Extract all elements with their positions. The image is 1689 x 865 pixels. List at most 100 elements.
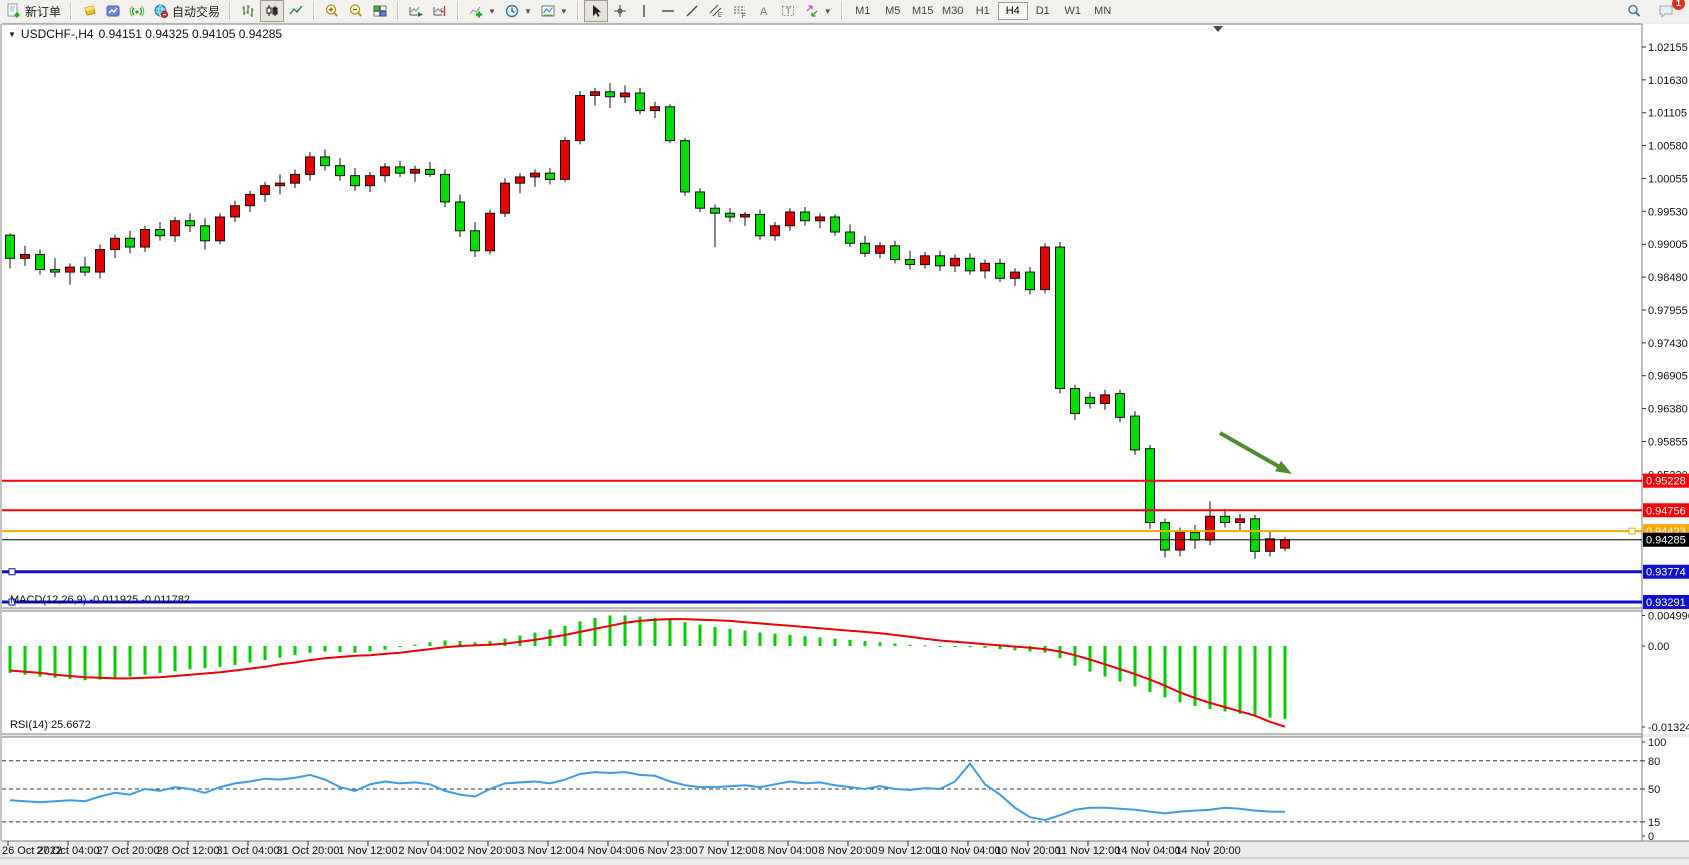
candle (141, 230, 150, 248)
trendline-tool-button[interactable] (680, 0, 704, 22)
candle (1116, 394, 1125, 418)
chevron-down-icon: ▼ (488, 7, 496, 16)
signal-icon (129, 3, 145, 19)
support-line-blue-1-price-text: 0.93774 (1646, 567, 1686, 579)
tab-timeframe-h4[interactable]: H4 (998, 2, 1028, 20)
line-chart-mode-button[interactable] (284, 0, 308, 22)
time-tick-label: 27 Oct 20:00 (97, 845, 160, 857)
svg-text:F: F (742, 14, 746, 19)
market-watch-button[interactable] (77, 0, 101, 22)
signals-button[interactable] (125, 0, 149, 22)
chart-plot[interactable]: 1.021551.016301.011051.005801.000550.995… (0, 22, 1689, 865)
main-pane (2, 24, 1642, 608)
time-tick-label: 2 Nov 04:00 (398, 845, 457, 857)
search-button[interactable] (1622, 0, 1646, 22)
candle (531, 173, 540, 177)
rsi-axis-label: 0 (1648, 831, 1654, 843)
auto-trading-button[interactable]: 自动交易 (149, 0, 224, 22)
arrows-tool-button[interactable]: ▼ (800, 0, 836, 22)
clock-icon (504, 3, 520, 19)
time-tick-label: 10 Nov 20:00 (995, 845, 1060, 857)
support-line-blue-1-handle[interactable] (9, 569, 15, 575)
candle (726, 213, 735, 217)
ohlc-values-label: 0.94151 0.94325 0.94105 0.94285 (99, 27, 283, 41)
search-icon (1626, 3, 1642, 19)
candle (1041, 247, 1050, 290)
templates-button[interactable]: ▼ (536, 0, 572, 22)
text-tool-button[interactable]: A (752, 0, 776, 22)
collapse-triangle-icon[interactable]: ▼ (8, 30, 16, 39)
zoom-in-button[interactable] (320, 0, 344, 22)
candle (306, 157, 315, 175)
tab-timeframe-m5[interactable]: M5 (878, 2, 908, 20)
chevron-down-icon: ▼ (560, 7, 568, 16)
candle (411, 169, 420, 173)
text-label-tool-button[interactable]: T (776, 0, 800, 22)
horizontal-line-tool-button[interactable] (656, 0, 680, 22)
candle (1206, 516, 1215, 540)
line-chart-icon (288, 3, 304, 19)
candle (51, 270, 60, 273)
svg-text:T: T (785, 6, 791, 16)
time-tick-label: 3 Nov 12:00 (518, 845, 577, 857)
publish-chart-icon (105, 3, 121, 19)
new-order-button[interactable]: 新订单 (2, 0, 65, 22)
candle (996, 263, 1005, 278)
notifications-button[interactable]: 1 (1654, 0, 1679, 22)
support-line-blue-2-price-text: 0.93291 (1646, 597, 1686, 609)
tab-timeframe-d1[interactable]: D1 (1028, 2, 1058, 20)
fibonacci-icon: F (732, 3, 748, 19)
macd-axis-label: 0.004996 (1648, 610, 1689, 622)
indicators-button[interactable]: ▼ (464, 0, 500, 22)
time-tick-label: 6 Nov 23:00 (638, 845, 697, 857)
candle (681, 141, 690, 192)
candle (651, 107, 660, 111)
zoom-out-icon (348, 3, 364, 19)
fibonacci-tool-button[interactable]: F (728, 0, 752, 22)
time-tick-label: 14 Nov 20:00 (1175, 845, 1240, 857)
time-tick-label: 8 Nov 04:00 (758, 845, 817, 857)
publish-chart-button[interactable] (101, 0, 125, 22)
tab-timeframe-w1[interactable]: W1 (1058, 2, 1088, 20)
candle (336, 166, 345, 176)
text-icon: A (756, 3, 772, 19)
auto-scroll-button[interactable] (404, 0, 428, 22)
crosshair-tool-button[interactable] (608, 0, 632, 22)
candle (621, 93, 630, 97)
candle (906, 260, 915, 265)
chart-shift-icon (432, 3, 448, 19)
tab-timeframe-m1[interactable]: M1 (848, 2, 878, 20)
candle (6, 235, 15, 258)
auto-scroll-icon (408, 3, 424, 19)
tab-timeframe-m15[interactable]: M15 (908, 2, 938, 20)
periods-button[interactable]: ▼ (500, 0, 536, 22)
candle (1176, 533, 1185, 551)
chart-shift-button[interactable] (428, 0, 452, 22)
time-tick-label: 9 Nov 12:00 (878, 845, 937, 857)
candle (876, 246, 885, 254)
candle (546, 173, 555, 179)
support-line-orange-handle[interactable] (1629, 528, 1635, 534)
price-tick-label: 0.96905 (1648, 371, 1688, 383)
zoom-out-button[interactable] (344, 0, 368, 22)
candle (1056, 247, 1065, 388)
bar-chart-mode-button[interactable] (236, 0, 260, 22)
candle (846, 232, 855, 243)
cursor-tool-button[interactable] (584, 0, 608, 22)
tab-timeframe-h1[interactable]: H1 (968, 2, 998, 20)
candle (231, 206, 240, 217)
new-order-label: 新订单 (25, 3, 61, 20)
bar-chart-icon (240, 3, 256, 19)
toolbar: 新订单 (0, 0, 1689, 23)
candlestick-icon (264, 3, 280, 19)
tile-windows-button[interactable] (368, 0, 392, 22)
equidistant-channel-tool-button[interactable]: E (704, 0, 728, 22)
candlestick-mode-button[interactable] (260, 0, 284, 22)
vertical-line-tool-button[interactable] (632, 0, 656, 22)
tab-timeframe-mn[interactable]: MN (1088, 2, 1118, 20)
time-tick-label: 14 Nov 04:00 (1115, 845, 1180, 857)
auto-trading-label: 自动交易 (172, 3, 220, 20)
candle (891, 246, 900, 260)
new-order-icon (6, 3, 22, 19)
tab-timeframe-m30[interactable]: M30 (938, 2, 968, 20)
